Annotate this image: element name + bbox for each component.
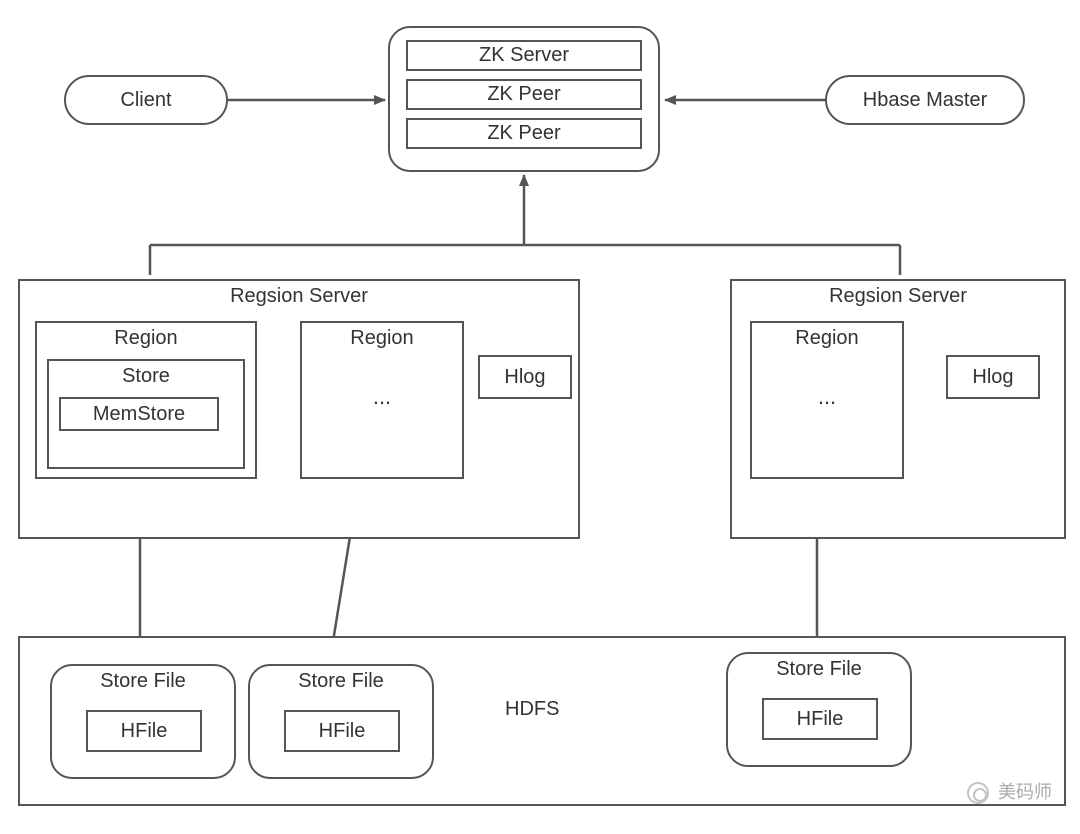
hlog-2-label: Hlog: [972, 366, 1013, 389]
region-server-2-title: Regsion Server: [732, 281, 1064, 308]
hlog-2: Hlog: [946, 355, 1040, 399]
region-full: Region Store MemStore: [35, 321, 257, 479]
region-ellipsis-2-body: ...: [752, 350, 902, 410]
store-file-3-title: Store File: [728, 654, 910, 681]
hfile-2-label: HFile: [319, 720, 366, 743]
hfile-1: HFile: [86, 710, 202, 752]
store-file-1-title: Store File: [52, 666, 234, 693]
hfile-2: HFile: [284, 710, 400, 752]
region-server-2: Regsion Server Region ... Hlog: [730, 279, 1066, 539]
region-ellipsis-1: Region ...: [300, 321, 464, 479]
store-file-2-title: Store File: [250, 666, 432, 693]
hbase-master-node: Hbase Master: [825, 75, 1025, 125]
region-ellipsis-1-title: Region: [302, 323, 462, 350]
watermark-text: 美码师: [998, 782, 1052, 802]
zk-cluster: ZK Server ZK Peer ZK Peer: [388, 26, 660, 172]
zk-item: ZK Peer: [406, 79, 642, 110]
hdfs-label: HDFS: [505, 698, 559, 721]
region-ellipsis-2: Region ...: [750, 321, 904, 479]
region-ellipsis-2-title: Region: [752, 323, 902, 350]
hfile-1-label: HFile: [121, 720, 168, 743]
memstore-label: MemStore: [93, 403, 185, 426]
hbase-master-label: Hbase Master: [863, 89, 988, 112]
watermark-icon: [967, 782, 989, 804]
store-file-1: Store File HFile: [50, 664, 236, 779]
watermark: 美码师: [967, 778, 1052, 804]
memstore-box: MemStore: [59, 397, 219, 431]
hlog-1: Hlog: [478, 355, 572, 399]
hlog-1-label: Hlog: [504, 366, 545, 389]
store-file-3: Store File HFile: [726, 652, 912, 767]
zk-item: ZK Peer: [406, 118, 642, 149]
region-server-1-title: Regsion Server: [20, 281, 578, 308]
zk-item: ZK Server: [406, 40, 642, 71]
client-label: Client: [120, 89, 171, 112]
region-ellipsis-1-body: ...: [302, 350, 462, 410]
hfile-3-label: HFile: [797, 708, 844, 731]
client-node: Client: [64, 75, 228, 125]
hfile-3: HFile: [762, 698, 878, 740]
store-file-2: Store File HFile: [248, 664, 434, 779]
store-box: Store MemStore: [47, 359, 245, 469]
hdfs-container: Store File HFile Store File HFile HDFS S…: [18, 636, 1066, 806]
region-server-1: Regsion Server Region Store MemStore Reg…: [18, 279, 580, 539]
region-full-title: Region: [37, 323, 255, 350]
store-label: Store: [49, 361, 243, 388]
